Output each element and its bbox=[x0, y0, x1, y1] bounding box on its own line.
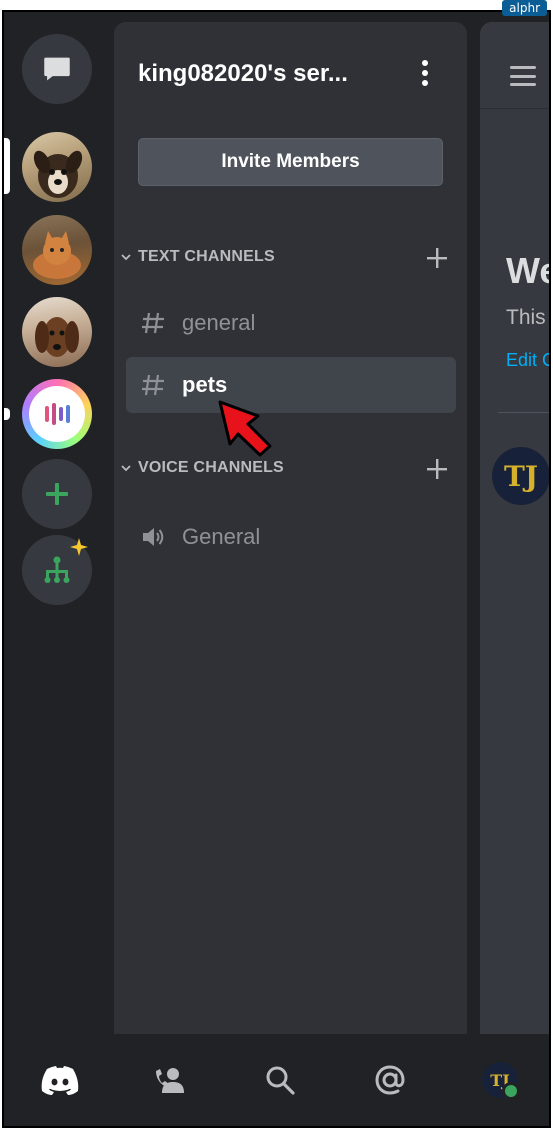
explore-servers-icon bbox=[44, 556, 70, 583]
active-server-pill bbox=[4, 138, 10, 194]
hamburger-menu-icon[interactable] bbox=[510, 66, 536, 86]
server-dog-icon[interactable] bbox=[22, 132, 92, 202]
server-cat-icon[interactable] bbox=[22, 215, 92, 285]
friends-icon bbox=[156, 1068, 184, 1093]
home-tab[interactable] bbox=[40, 1060, 80, 1100]
category-label: VOICE CHANNELS bbox=[138, 459, 284, 476]
unread-server-pill bbox=[4, 408, 10, 420]
profile-avatar: TJ bbox=[482, 1062, 520, 1100]
sparkle-icon bbox=[70, 538, 88, 556]
channel-label: general bbox=[182, 310, 256, 335]
add-server-button[interactable] bbox=[22, 459, 92, 529]
hash-icon bbox=[142, 312, 164, 334]
alphr-watermark: alphr bbox=[502, 0, 547, 16]
audio-bars-icon bbox=[45, 403, 70, 425]
server-menu-icon[interactable] bbox=[418, 60, 432, 86]
annotation-arrow-icon bbox=[218, 400, 272, 457]
dm-chat-icon bbox=[44, 57, 70, 81]
friends-tab[interactable] bbox=[150, 1060, 190, 1100]
welcome-heading: We bbox=[506, 250, 549, 291]
channel-panel: king082020's ser... Invite Members TEXT … bbox=[114, 22, 467, 1034]
add-text-channel-icon[interactable] bbox=[426, 247, 448, 269]
direct-messages-button[interactable] bbox=[22, 34, 92, 104]
chat-header bbox=[480, 22, 549, 109]
discord-mobile-screen: king082020's ser... Invite Members TEXT … bbox=[2, 10, 551, 1128]
channel-label: General bbox=[182, 524, 261, 549]
welcome-text: This bbox=[506, 306, 546, 329]
bottom-nav: TJ bbox=[4, 1034, 549, 1126]
server-dachshund-icon[interactable] bbox=[22, 297, 92, 367]
hash-icon bbox=[142, 374, 164, 396]
message-avatar[interactable]: TJ bbox=[492, 447, 549, 505]
mentions-icon bbox=[375, 1065, 405, 1095]
channel-item-pets[interactable]: pets bbox=[126, 357, 456, 413]
search-tab[interactable] bbox=[260, 1060, 300, 1100]
text-channels-category[interactable]: TEXT CHANNELS bbox=[120, 248, 275, 266]
discord-home-icon bbox=[41, 1066, 79, 1095]
edit-channel-link[interactable]: Edit C bbox=[506, 350, 549, 371]
mentions-tab[interactable] bbox=[370, 1060, 410, 1100]
channel-item-general[interactable]: general bbox=[126, 295, 456, 351]
chat-area: We This Edit C TJ bbox=[480, 22, 549, 1034]
channel-label: pets bbox=[182, 372, 228, 397]
online-status-dot bbox=[502, 1082, 520, 1100]
chevron-down-icon bbox=[121, 254, 131, 261]
chevron-down-icon bbox=[121, 465, 131, 472]
server-rail bbox=[4, 12, 112, 1034]
profile-tab[interactable]: TJ bbox=[480, 1060, 520, 1100]
search-icon bbox=[266, 1066, 295, 1095]
add-server-icon bbox=[46, 483, 68, 505]
divider bbox=[498, 412, 549, 413]
voice-channel-general[interactable]: General bbox=[126, 509, 456, 565]
category-label: TEXT CHANNELS bbox=[138, 248, 275, 265]
voice-channels-category[interactable]: VOICE CHANNELS bbox=[120, 459, 284, 477]
speaker-icon bbox=[143, 528, 164, 546]
server-app-icon[interactable] bbox=[22, 379, 92, 449]
invite-members-button[interactable]: Invite Members bbox=[138, 138, 443, 186]
server-name[interactable]: king082020's ser... bbox=[138, 60, 398, 88]
add-voice-channel-icon[interactable] bbox=[426, 458, 448, 480]
